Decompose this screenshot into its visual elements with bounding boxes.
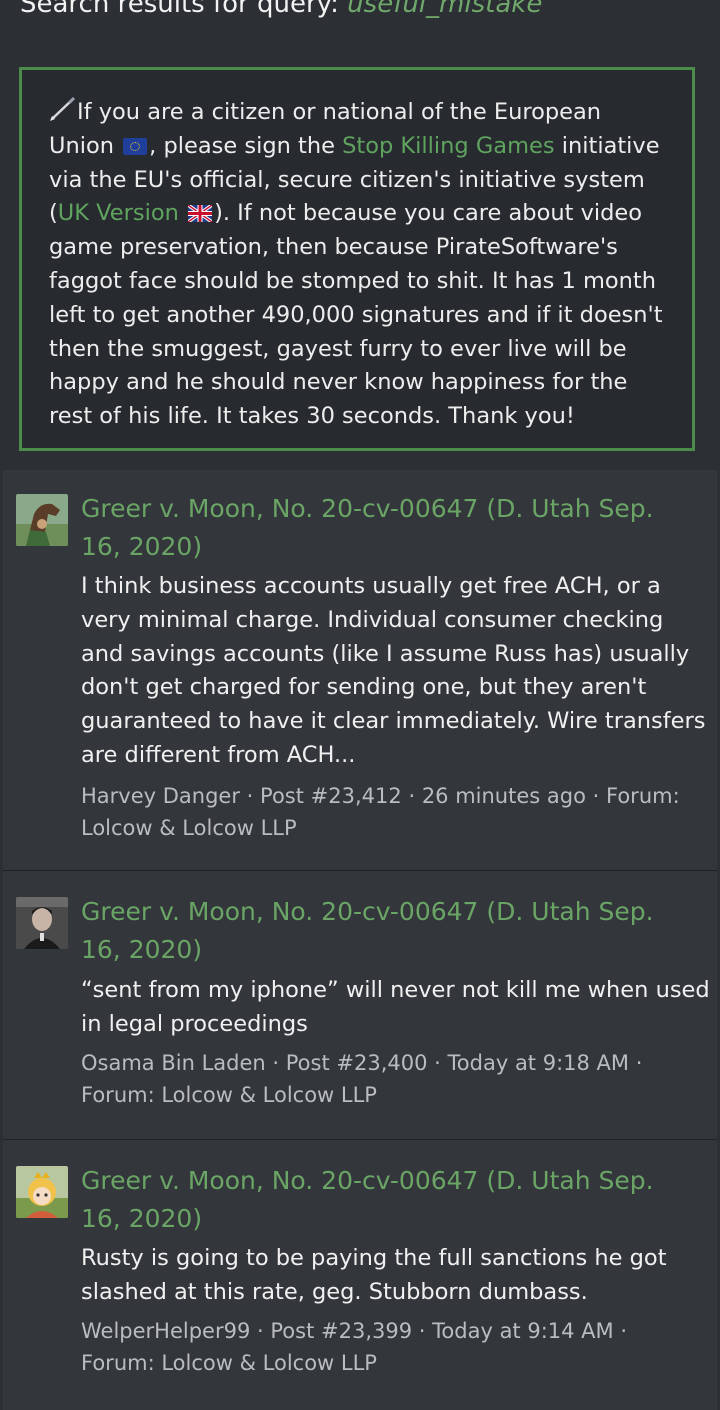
- forum-link[interactable]: Lolcow & Lolcow LLP: [161, 1351, 377, 1375]
- man-portrait-avatar[interactable]: [16, 897, 68, 949]
- horse-avatar[interactable]: [16, 494, 68, 546]
- result-meta: Harvey Danger · Post #23,412 · 26 minute…: [81, 781, 701, 844]
- meta-separator: ·: [257, 1319, 264, 1343]
- eu-flag-icon: [123, 137, 148, 155]
- result-title-link[interactable]: Greer v. Moon, No. 20-cv-00647 (D. Utah …: [81, 1162, 701, 1238]
- meta-separator: ·: [418, 1319, 426, 1343]
- notice-box: If you are a citizen or national of the …: [19, 67, 695, 451]
- meta-separator: ·: [246, 784, 254, 808]
- page-header: Search results for query: useful_mistake: [0, 0, 720, 62]
- result-meta: Osama Bin Laden · Post #23,400 · Today a…: [81, 1048, 701, 1111]
- result-snippet: Rusty is going to be paying the full san…: [81, 1245, 667, 1305]
- result-snippet: I think business accounts usually get fr…: [81, 573, 706, 768]
- forum-label: Forum:: [606, 784, 680, 808]
- meta-separator: ·: [620, 1319, 628, 1343]
- uk-version-link[interactable]: UK Version: [58, 200, 179, 226]
- anime-girl-avatar[interactable]: [16, 1166, 68, 1218]
- post-number-link[interactable]: Post #23,412: [260, 784, 402, 808]
- forum-label: Forum:: [81, 1082, 155, 1107]
- forum-link[interactable]: Lolcow & Lolcow LLP: [81, 816, 297, 840]
- meta-separator: ·: [408, 784, 416, 808]
- result-title-link[interactable]: Greer v. Moon, No. 20-cv-00647 (D. Utah …: [81, 893, 701, 969]
- meta-separator: ·: [272, 1051, 280, 1075]
- forum-link[interactable]: Lolcow & Lolcow LLP: [161, 1083, 377, 1107]
- notice-text-4: ). If not because you care about video g…: [49, 200, 663, 430]
- post-time: 26 minutes ago: [421, 784, 586, 808]
- post-number-link[interactable]: Post #23,400: [286, 1051, 428, 1075]
- search-results-list: Greer v. Moon, No. 20-cv-00647 (D. Utah …: [3, 470, 717, 1410]
- search-result-item: Greer v. Moon, No. 20-cv-00647 (D. Utah …: [3, 870, 717, 1139]
- result-meta: WelperHelper99 · Post #23,399 · Today at…: [81, 1316, 701, 1379]
- forum-label: Forum:: [81, 1350, 155, 1375]
- post-time: Today at 9:14 AM: [432, 1319, 614, 1343]
- meta-separator: ·: [434, 1051, 441, 1075]
- result-title-link[interactable]: Greer v. Moon, No. 20-cv-00647 (D. Utah …: [81, 490, 701, 566]
- author-link[interactable]: WelperHelper99: [81, 1319, 250, 1343]
- author-link[interactable]: Osama Bin Laden: [81, 1051, 266, 1075]
- result-snippet: “sent from my iphone” will never not kil…: [81, 977, 710, 1037]
- meta-separator: ·: [592, 784, 600, 808]
- title-prefix: Search results for query:: [20, 0, 339, 19]
- search-result-item: Greer v. Moon, No. 20-cv-00647 (D. Utah …: [3, 1139, 717, 1410]
- author-link[interactable]: Harvey Danger: [81, 784, 240, 808]
- page-title: Search results for query: useful_mistake: [20, 0, 542, 22]
- uk-flag-icon: [187, 199, 214, 224]
- search-query-link[interactable]: useful_mistake: [347, 0, 542, 19]
- pen-icon: [49, 96, 77, 122]
- notice-text-2: , please sign the: [149, 132, 335, 159]
- stop-killing-games-link[interactable]: Stop Killing Games: [342, 133, 554, 159]
- post-number-link[interactable]: Post #23,399: [270, 1319, 412, 1343]
- post-time: Today at 9:18 AM: [447, 1051, 630, 1075]
- meta-separator: ·: [635, 1051, 643, 1075]
- search-result-item: Greer v. Moon, No. 20-cv-00647 (D. Utah …: [3, 470, 717, 870]
